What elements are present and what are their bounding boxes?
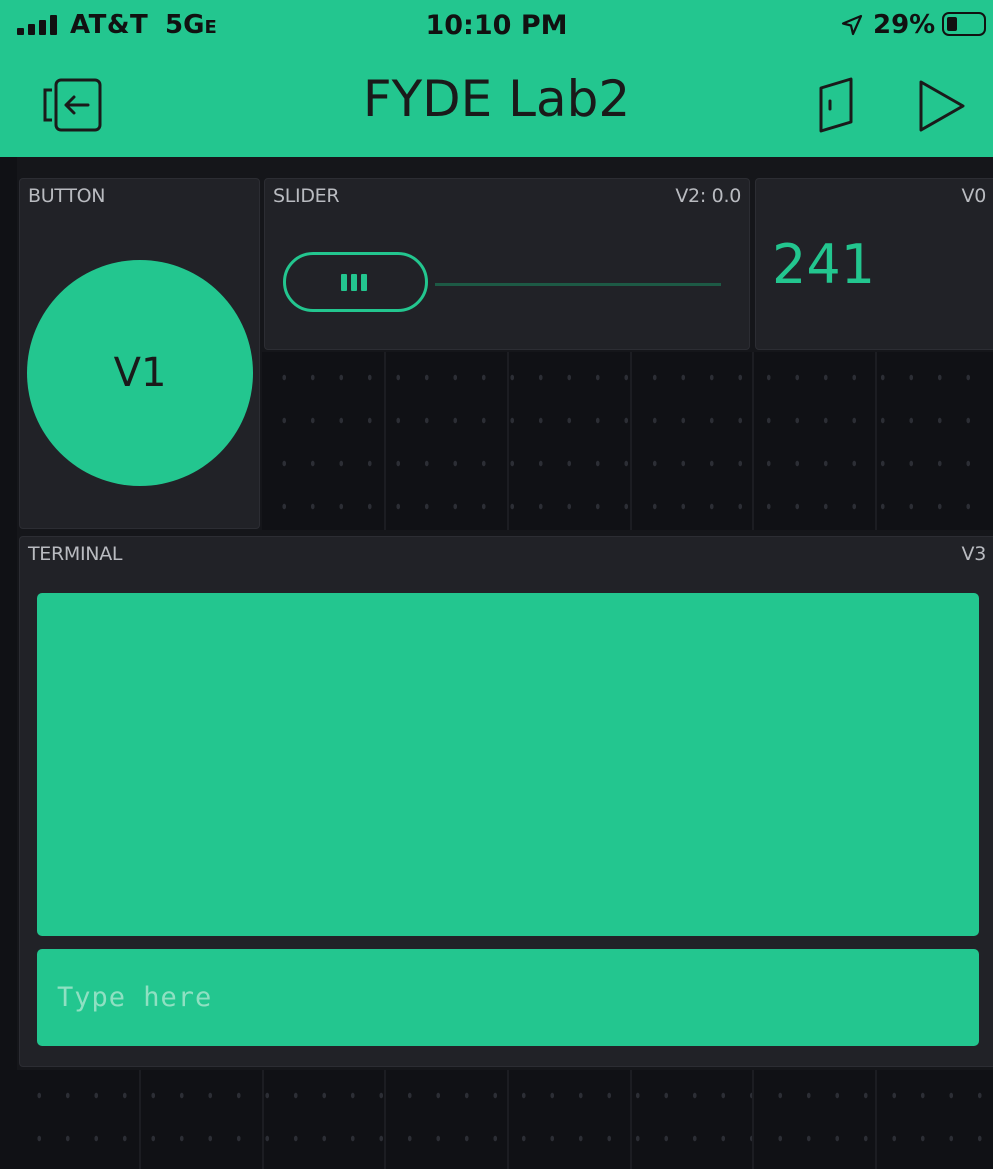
slider-widget: SLIDER V2: 0.0	[264, 178, 750, 350]
grid-divider	[752, 352, 754, 530]
slider-handle[interactable]	[283, 252, 428, 312]
battery-percent: 29%	[873, 10, 936, 40]
value-display-reading: 241	[772, 233, 876, 296]
value-display-widget: V0 241	[755, 178, 993, 350]
grid-divider	[875, 1070, 877, 1169]
grid-divider	[630, 352, 632, 530]
widget-label: SLIDER	[273, 185, 340, 207]
button-widget: BUTTON V1	[19, 178, 260, 529]
grid-divider	[384, 1070, 386, 1169]
terminal-input[interactable]	[37, 949, 979, 1046]
canvas-grid	[262, 352, 993, 530]
canvas-grid-bottom	[17, 1070, 993, 1169]
grid-divider	[507, 352, 509, 530]
grid-divider	[875, 352, 877, 530]
app-header: AT&T 5GE 10:10 PM 29% FYDE Lab2	[0, 0, 993, 157]
slider-track[interactable]	[435, 283, 721, 286]
widget-label: TERMINAL	[28, 543, 123, 565]
status-bar: AT&T 5GE 10:10 PM 29%	[0, 0, 993, 52]
grid-divider	[139, 1070, 141, 1169]
grid-divider	[384, 352, 386, 530]
location-arrow-icon	[841, 14, 863, 36]
terminal-output[interactable]	[37, 593, 979, 936]
door-icon[interactable]	[816, 76, 856, 134]
grid-divider	[507, 1070, 509, 1169]
terminal-pin: V3	[961, 543, 987, 565]
button-pin-label: V1	[113, 350, 167, 396]
value-display-pin: V0	[961, 185, 987, 207]
slider-value-readout: V2: 0.0	[675, 185, 741, 207]
virtual-button[interactable]: V1	[27, 260, 253, 486]
canvas-grid-left	[0, 157, 17, 1169]
battery-icon	[942, 12, 986, 36]
terminal-widget: TERMINAL V3	[19, 536, 993, 1067]
widget-label: BUTTON	[28, 185, 106, 207]
grid-divider	[752, 1070, 754, 1169]
grid-divider	[630, 1070, 632, 1169]
play-icon[interactable]	[916, 78, 968, 134]
grid-divider	[262, 1070, 264, 1169]
